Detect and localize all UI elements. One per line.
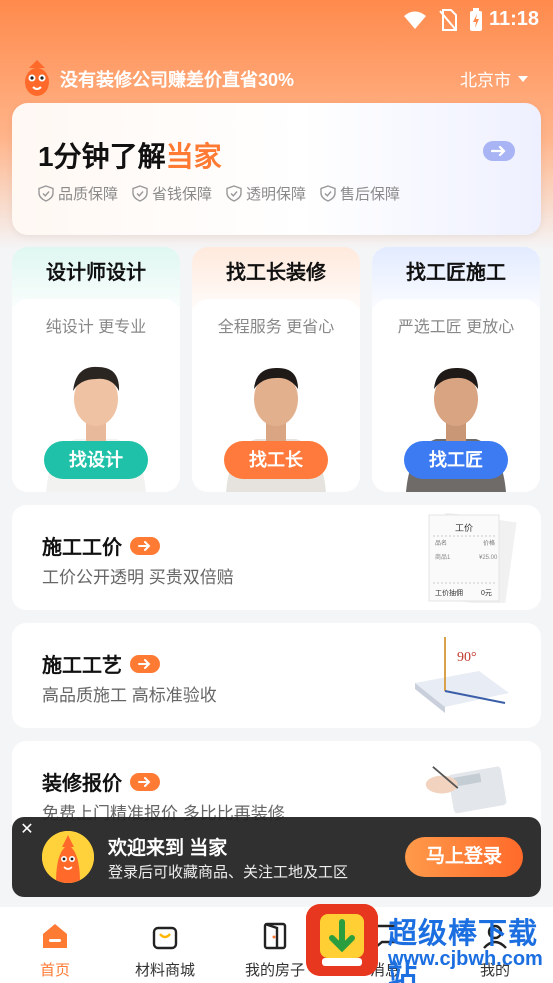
receipt-illustration: 工价 品名 价格 商品1 ¥25.00 工价抽佣 0元 [428,513,517,603]
receipt-header: 工价 [455,523,473,533]
status-bar: 11:18 [0,0,553,40]
login-banner: ✕ 欢迎来到 当家 登录后可收藏商品、关注工地及工区 马上登录 [12,817,541,897]
shield-check-icon [226,185,242,202]
city-label: 北京市 [460,71,511,90]
service-subtitle: 全程服务 更省心 [217,319,335,336]
welcome-subtitle: 登录后可收藏商品、关注工地及工区 [108,864,349,881]
info-title-text: 施工工价 [42,537,122,559]
top-header: 没有装修公司赚差价直省30% 北京市 [0,58,553,98]
guarantee-item: 透明保障 [226,183,306,204]
welcome-title: 欢迎来到 当家 [108,838,228,859]
tab-label: 材料商城 [134,962,195,979]
guarantee-label: 透明保障 [246,186,307,203]
tab-home[interactable]: 首页 [0,907,110,983]
shopping-bag-icon [152,926,178,950]
status-icons [403,8,483,32]
battery-charging-icon [470,8,482,31]
receipt-footer-label: 工价抽佣 [435,588,463,597]
watermark-text: 超级棒下载站 [388,918,539,983]
guarantee-item: 售后保障 [320,183,400,204]
tab-material-mall[interactable]: 材料商城 [110,907,220,983]
home-icon [43,924,67,948]
door-icon [263,922,287,950]
receipt-row-name: 商品1 [435,553,451,561]
service-subtitle: 纯设计 更专业 [45,319,147,336]
intro-title-highlight: 当家 [165,141,222,172]
info-card-craft[interactable]: 施工工艺 高品质施工 高标准验收 90° [12,623,541,728]
tab-label: 首页 [39,962,70,979]
login-button[interactable]: 马上登录 [405,837,523,877]
wifi-icon [404,11,426,29]
info-subtitle: 高品质施工 高标准验收 [42,686,217,705]
arrow-right-icon [130,536,160,555]
caret-down-icon [518,75,528,82]
shield-check-icon [38,185,54,202]
watermark: 超级棒下载站 www.cjbwh.com [304,902,553,983]
city-selector[interactable]: 北京市 [460,66,529,91]
ruler-angle-illustration: 90° [415,637,509,713]
service-card-craftsman[interactable]: 找工匠施工 严选工匠 更放心 找工匠 [372,247,540,492]
service-title: 设计师设计 [46,262,146,284]
mascot-logo [25,60,49,96]
receipt-row-price: ¥25.00 [479,555,498,561]
receipt-col-name: 品名 [435,539,447,547]
info-title: 施工工价 [42,531,160,560]
intro-card[interactable]: 1分钟了解当家 品质保障 省钱保障 透明保障 售后保障 [12,103,541,235]
guarantee-item: 省钱保障 [132,183,212,204]
no-sim-icon [439,9,457,31]
status-time: 11:18 [488,8,539,30]
download-site-logo [306,904,378,976]
receipt-footer-value: 0元 [481,589,492,597]
intro-title: 1分钟了解当家 [38,135,222,175]
arrow-right-icon [491,145,506,157]
info-title-text: 装修报价 [42,773,122,795]
header-slogan: 没有装修公司赚差价直省30% [60,70,295,90]
shield-check-icon [320,185,336,202]
service-subtitle: 严选工匠 更放心 [397,319,515,336]
find-craftsman-button[interactable]: 找工匠 [404,441,508,479]
guarantee-item: 品质保障 [38,183,118,204]
receipt-col-price: 价格 [483,539,495,547]
find-foreman-button[interactable]: 找工长 [224,441,328,479]
close-icon[interactable]: ✕ [18,821,36,839]
find-designer-button[interactable]: 找设计 [44,441,148,479]
guarantee-list: 品质保障 省钱保障 透明保障 售后保障 [38,183,400,204]
intro-title-prefix: 1分钟了解 [38,141,166,172]
service-title: 找工匠施工 [406,262,506,284]
arrow-right-icon [130,654,160,673]
arrow-right-icon [130,772,160,791]
watermark-url: www.cjbwh.com [388,948,543,970]
service-title: 找工长装修 [226,262,326,284]
angle-label: 90° [457,650,477,665]
mascot-avatar [42,831,94,883]
service-card-designer[interactable]: 设计师设计 纯设计 更专业 找设计 [12,247,180,492]
service-card-foreman[interactable]: 找工长装修 全程服务 更省心 找工长 [192,247,360,492]
guarantee-label: 省钱保障 [152,186,213,203]
info-title: 施工工艺 [42,649,160,678]
info-title-text: 施工工艺 [42,655,122,677]
shield-check-icon [132,185,148,202]
info-subtitle: 工价公开透明 买贵双倍赔 [42,568,234,587]
intro-arrow-button[interactable] [483,141,515,161]
info-card-labor-price[interactable]: 施工工价 工价公开透明 买贵双倍赔 工价 品名 价格 商品1 ¥25.00 工价… [12,505,541,610]
guarantee-label: 售后保障 [340,186,401,203]
info-title: 装修报价 [42,767,160,796]
guarantee-label: 品质保障 [58,186,119,203]
